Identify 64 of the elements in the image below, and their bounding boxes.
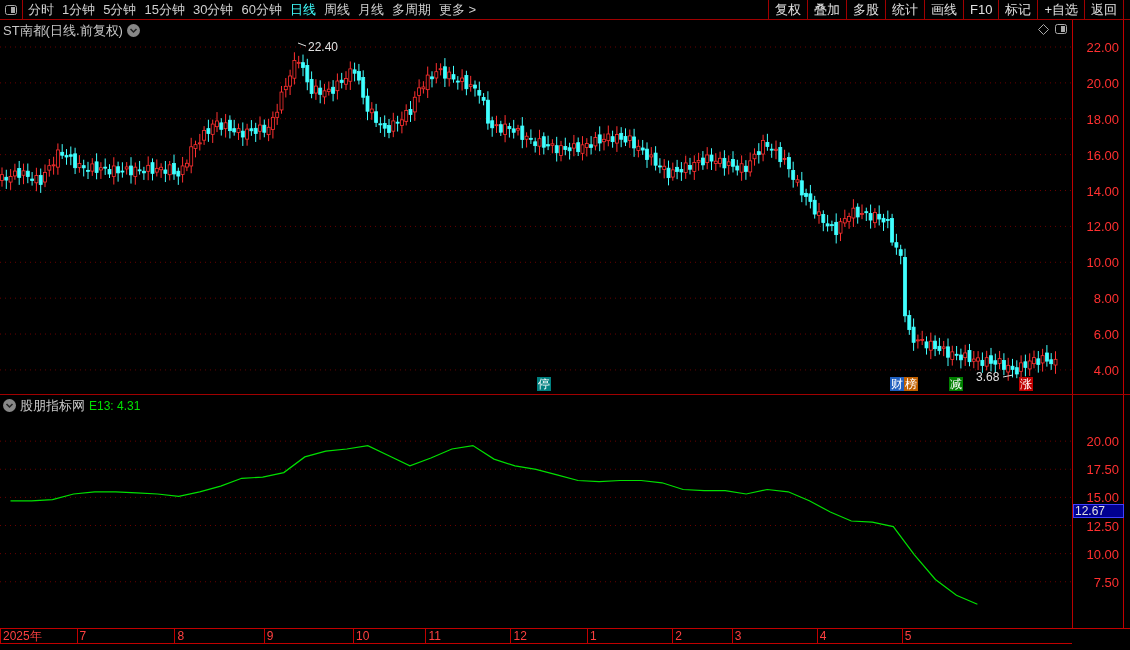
price-axis-label: 14.00 xyxy=(1086,184,1119,198)
date-axis-label: 8 xyxy=(174,629,185,643)
price-axis-label: 10.00 xyxy=(1086,256,1119,270)
panel-toggle-icon[interactable] xyxy=(5,4,17,15)
date-axis-label: 1 xyxy=(587,629,597,643)
price-axis-label: 18.00 xyxy=(1086,112,1119,126)
indicator-axis-label: 15.00 xyxy=(1086,491,1119,505)
toolbar-button[interactable]: 返回 xyxy=(1084,0,1123,19)
indicator-axis-label: 20.00 xyxy=(1086,435,1119,449)
toolbar-button[interactable]: 画线 xyxy=(924,0,963,19)
period-tab[interactable]: 60分钟 xyxy=(241,0,282,20)
date-axis-label: 11 xyxy=(425,629,441,643)
toolbar-button[interactable]: 标记 xyxy=(998,0,1038,19)
period-tab[interactable]: 周线 xyxy=(323,0,350,20)
price-axis-label: 4.00 xyxy=(1093,363,1119,377)
low-price-annotation: 3.68 xyxy=(976,370,1014,384)
dropdown-icon[interactable] xyxy=(3,399,16,413)
event-marker[interactable]: 财 xyxy=(890,377,904,391)
indicator-axis-label: 7.50 xyxy=(1093,575,1119,589)
toolbar-button[interactable]: 复权 xyxy=(768,0,807,19)
panel-toggle-icon[interactable] xyxy=(1055,24,1067,34)
date-axis-label: 10 xyxy=(353,629,370,643)
date-axis-label: 4 xyxy=(816,629,827,643)
date-axis-label: 5 xyxy=(901,629,912,643)
price-axis-label: 22.00 xyxy=(1086,41,1119,54)
price-axis-label: 16.00 xyxy=(1086,148,1119,162)
event-marker[interactable]: 榜 xyxy=(904,377,918,391)
date-axis-label: 7 xyxy=(76,629,87,643)
indicator-axis-label: 17.50 xyxy=(1086,463,1119,477)
period-tab[interactable]: 月线 xyxy=(357,0,384,20)
date-axis-label: 9 xyxy=(263,629,274,643)
indicator-name: 股朋指标网 xyxy=(20,397,85,415)
price-axis-label: 12.00 xyxy=(1086,220,1119,234)
price-axis-label: 8.00 xyxy=(1093,292,1119,306)
indicator-axis-label: 12.50 xyxy=(1086,519,1119,533)
date-axis-label: 12 xyxy=(510,629,527,643)
period-tab[interactable]: 多周期 xyxy=(391,0,431,20)
event-marker[interactable]: 涨 xyxy=(1019,377,1033,391)
period-tab[interactable]: 15分钟 xyxy=(144,0,185,20)
date-axis-label: 2025年 xyxy=(0,629,42,643)
cursor-value-label: 12.67 xyxy=(1073,504,1124,519)
toolbar-button[interactable]: 统计 xyxy=(885,0,924,19)
event-marker[interactable]: 停 xyxy=(537,377,551,391)
toolbar-button[interactable]: +自选 xyxy=(1037,0,1084,19)
period-tab[interactable]: 5分钟 xyxy=(103,0,137,20)
event-marker[interactable]: 减 xyxy=(949,377,963,391)
price-axis-label: 20.00 xyxy=(1086,76,1119,90)
date-axis-label: 3 xyxy=(731,629,742,643)
toolbar-button[interactable]: 叠加 xyxy=(807,0,846,19)
high-price-annotation: 22.40 xyxy=(297,40,339,54)
toolbar-button[interactable]: F10 xyxy=(963,0,999,19)
period-tab[interactable]: 日线 xyxy=(289,0,316,20)
indicator-axis-label: 10.00 xyxy=(1086,547,1119,561)
period-tab[interactable]: 分时 xyxy=(28,0,54,20)
dropdown-icon[interactable] xyxy=(126,24,140,38)
period-tab[interactable]: 30分钟 xyxy=(192,0,234,20)
price-axis-label: 6.00 xyxy=(1093,328,1119,342)
indicator-readout: E13: 4.31 xyxy=(89,397,141,415)
toolbar-button[interactable]: 多股 xyxy=(846,0,885,19)
period-tab[interactable]: 1分钟 xyxy=(62,0,96,20)
diamond-icon[interactable] xyxy=(1038,24,1049,35)
stock-title: ST南都(日线.前复权) xyxy=(3,22,123,40)
date-axis-label: 2 xyxy=(672,629,682,643)
period-tab[interactable]: 更多 > xyxy=(438,0,477,20)
